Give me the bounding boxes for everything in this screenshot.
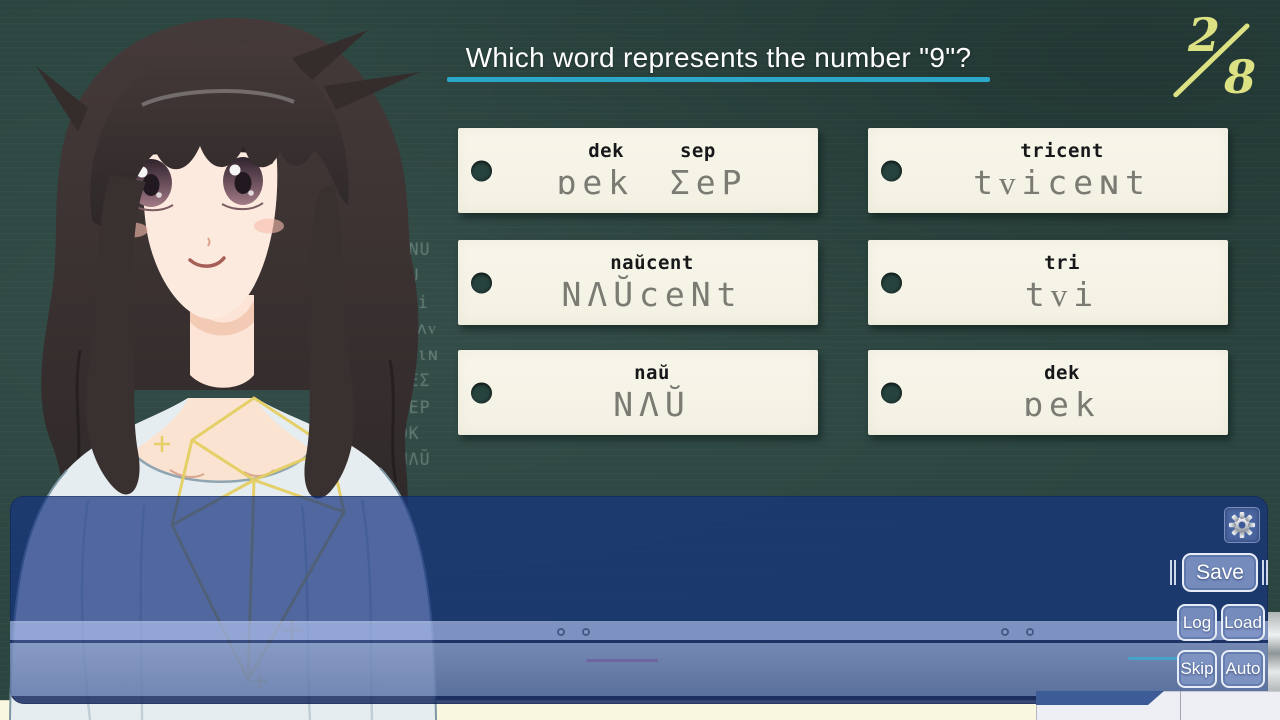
settings-button[interactable] xyxy=(1224,507,1260,543)
card-label-latin: dek xyxy=(1044,362,1080,384)
answer-card-tri[interactable]: tri tᴠi xyxy=(868,240,1228,325)
log-button[interactable]: Log xyxy=(1177,604,1217,641)
load-button[interactable]: Load xyxy=(1221,604,1265,641)
dialogue-box[interactable] xyxy=(10,496,1268,704)
answer-card-dek-sep[interactable]: dek sep ɒek ΣeP xyxy=(458,128,818,213)
skip-button[interactable]: Skip xyxy=(1177,650,1217,688)
desk-band-top xyxy=(10,623,1268,640)
game-screen: 1 = UNU 2 = ƉU 3 = tᴠi 4 = ᴋᴠʌᴠ 5 = ᴋᴠιɴ… xyxy=(0,0,1280,720)
desk-band-main xyxy=(10,643,1268,696)
card-hole xyxy=(881,160,902,181)
question-text: Which word represents the number "9"? xyxy=(447,42,990,74)
card-label-latin: naŭcent xyxy=(610,252,694,274)
screw-icon xyxy=(582,628,590,636)
card-hole xyxy=(881,272,902,293)
card-hole xyxy=(471,382,492,403)
cyan-pen-line xyxy=(1128,657,1180,660)
table-edge-line xyxy=(1180,691,1181,720)
screw-icon xyxy=(1026,628,1034,636)
screw-icon xyxy=(1001,628,1009,636)
card-word-script: NΛŬ xyxy=(613,387,691,423)
dialogue-box-tab xyxy=(1036,691,1164,705)
card-hole xyxy=(471,272,492,293)
purple-pen-line xyxy=(586,659,658,662)
save-ornament-left xyxy=(1170,560,1172,585)
answer-card-tricent[interactable]: tricent tᴠiceɴt xyxy=(868,128,1228,213)
card-label-latin: dek sep xyxy=(588,140,716,162)
progress-total: 8 xyxy=(1224,50,1256,104)
card-word-script: ɒek xyxy=(1023,387,1101,423)
card-hole xyxy=(471,160,492,181)
card-label-latin: tricent xyxy=(1020,140,1104,162)
save-ornament-right xyxy=(1262,560,1264,585)
card-hole xyxy=(881,382,902,403)
card-word-script: NΛŬceNt xyxy=(561,277,742,313)
answer-card-dek[interactable]: dek ɒek xyxy=(868,350,1228,435)
screw-icon xyxy=(557,628,565,636)
card-label-latin: naŭ xyxy=(634,362,670,384)
card-word-script: tᴠi xyxy=(1025,277,1099,313)
card-word-script: tᴠiceɴt xyxy=(973,165,1151,201)
auto-button[interactable]: Auto xyxy=(1221,650,1265,688)
card-label-latin: tri xyxy=(1044,252,1080,274)
answer-card-nau[interactable]: naŭ NΛŬ xyxy=(458,350,818,435)
answer-card-naucent[interactable]: naŭcent NΛŬceNt xyxy=(458,240,818,325)
question-underline xyxy=(447,77,990,82)
card-word-script: ɒek ΣeP xyxy=(556,165,747,201)
save-button[interactable]: Save xyxy=(1182,553,1258,592)
progress-counter: 2 8 xyxy=(1160,6,1272,108)
gear-icon xyxy=(1227,510,1257,540)
